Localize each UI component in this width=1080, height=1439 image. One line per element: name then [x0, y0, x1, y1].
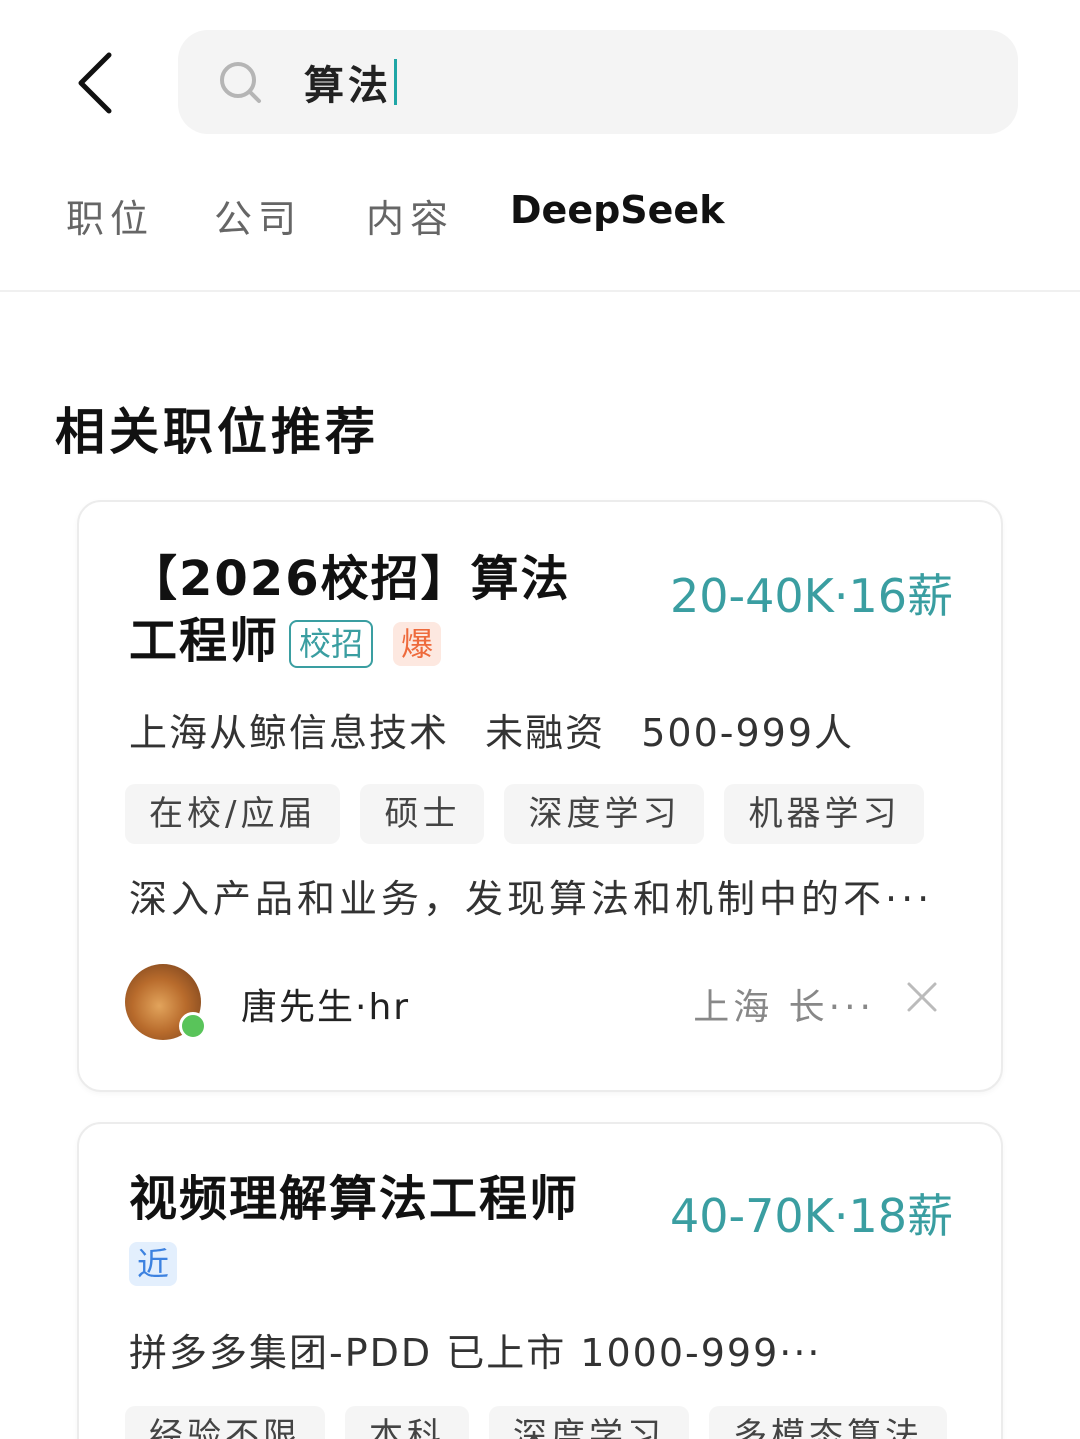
- avatar[interactable]: [125, 964, 207, 1040]
- tab-companies[interactable]: 公司: [214, 188, 302, 243]
- tab-deepseek[interactable]: DeepSeek: [510, 188, 724, 232]
- job-tag: 经验不限: [125, 1406, 325, 1439]
- company-info: 上海从鲸信息技术 未融资 500-999人: [129, 702, 854, 757]
- chevron-left-icon: [78, 52, 112, 113]
- salary: 40-70K·18薪: [670, 1189, 953, 1243]
- text-caret: [394, 59, 397, 105]
- search-icon: [220, 62, 261, 103]
- job-title: 【2026校招】算法 工程师 校招爆: [129, 548, 599, 672]
- recruiter-row: 唐先生·hr 上海 长···: [125, 964, 955, 1044]
- recent-badge: 近: [129, 1242, 178, 1286]
- job-tag: 在校/应届: [125, 784, 341, 844]
- job-tag: 机器学习: [724, 784, 925, 844]
- job-tag: 多模态算法: [709, 1406, 947, 1439]
- salary: 20-40K·16薪: [670, 569, 953, 623]
- funding-stage: 未融资: [485, 711, 606, 755]
- job-tag: 深度学习: [504, 784, 705, 844]
- section-title: 相关职位推荐: [55, 403, 379, 461]
- job-title-line1: 视频理解算法工程师: [129, 1171, 580, 1227]
- job-tags: 在校/应届 硕士 深度学习 机器学习: [125, 784, 925, 844]
- job-title-line2: 工程师: [129, 613, 280, 669]
- job-tag: 深度学习: [489, 1406, 689, 1439]
- company-name: 上海从鲸信息技术: [129, 711, 450, 755]
- job-title-line1: 【2026校招】算法: [129, 551, 571, 607]
- result-tabs: 职位 公司 内容 DeepSeek: [0, 170, 1080, 260]
- close-icon[interactable]: [905, 980, 939, 1014]
- recruiter-name: 唐先生·hr: [241, 987, 411, 1028]
- campus-badge: 校招: [289, 620, 374, 668]
- job-tag: 本科: [345, 1406, 469, 1439]
- job-card[interactable]: 【2026校招】算法 工程师 校招爆 20-40K·16薪 上海从鲸信息技术 未融…: [77, 500, 1003, 1092]
- tabs-divider: [0, 290, 1080, 292]
- online-status-dot: [179, 1012, 207, 1040]
- search-box[interactable]: 算法: [178, 30, 1018, 134]
- company-info: 拼多多集团-PDD 已上市 1000-999···: [129, 1331, 822, 1375]
- job-tags: 经验不限 本科 深度学习 多模态算法: [125, 1406, 947, 1439]
- hot-badge: 爆: [393, 622, 442, 666]
- job-location: 上海 长···: [693, 987, 875, 1028]
- job-description: 深入产品和业务，发现算法和机制中的不···: [129, 877, 934, 921]
- back-button[interactable]: [60, 45, 130, 120]
- company-size: 500-999人: [641, 711, 854, 755]
- tab-positions[interactable]: 职位: [66, 188, 154, 243]
- top-bar: 算法: [0, 0, 1080, 160]
- job-title: 视频理解算法工程师 近: [129, 1168, 649, 1292]
- search-query-text: 算法: [304, 63, 392, 109]
- job-card[interactable]: 视频理解算法工程师 近 40-70K·18薪 拼多多集团-PDD 已上市 100…: [77, 1122, 1003, 1439]
- job-tag: 硕士: [360, 784, 485, 844]
- search-input[interactable]: 算法: [304, 50, 964, 114]
- tab-content[interactable]: 内容: [366, 188, 454, 243]
